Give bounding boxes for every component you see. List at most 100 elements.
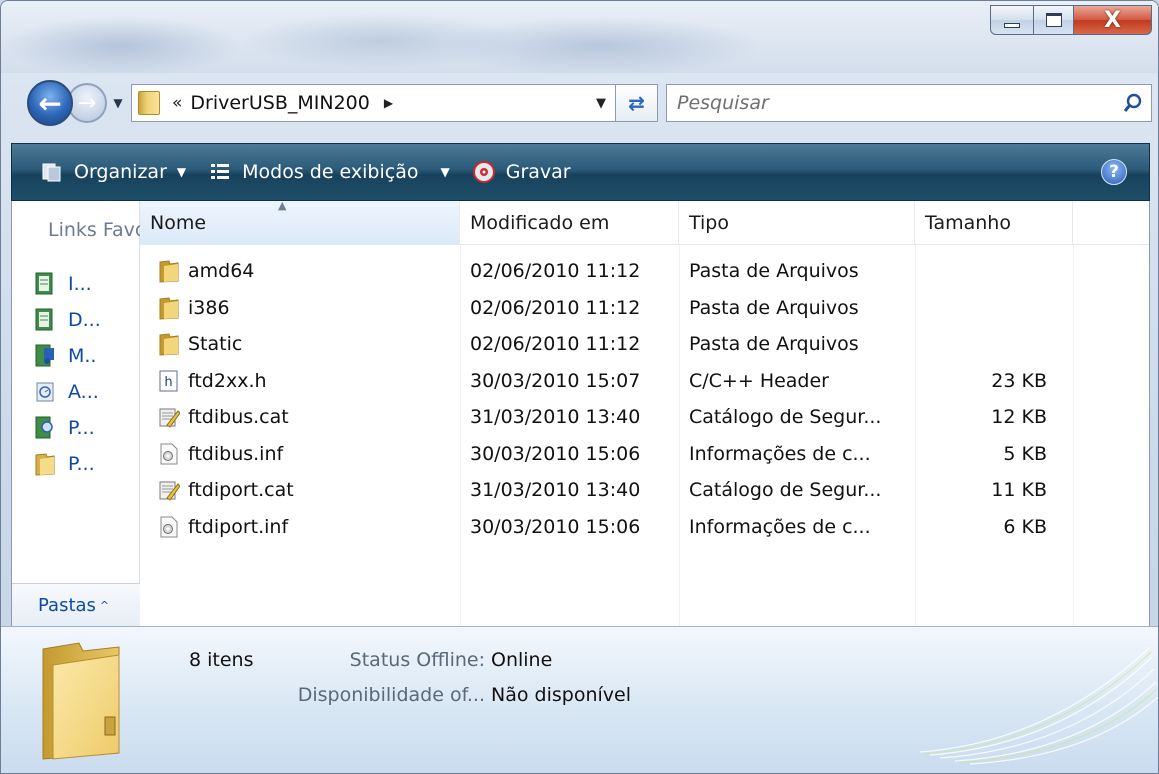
burn-disc-icon xyxy=(472,160,496,184)
favorite-link-label: I... xyxy=(68,273,92,295)
column-separator xyxy=(1073,245,1074,626)
file-name-cell[interactable]: h ftd2xx.h xyxy=(140,363,460,399)
chevron-up-icon: ^ xyxy=(99,598,110,612)
breadcrumb-current[interactable]: DriverUSB_MIN200 xyxy=(190,92,369,114)
chevron-down-icon: ▼ xyxy=(440,165,450,179)
favorite-link[interactable]: P... xyxy=(34,449,95,479)
file-name: ftdibus.inf xyxy=(188,442,284,465)
file-size: 6 KB xyxy=(1003,515,1047,538)
detail-availability: Disponibilidade of... Não disponível xyxy=(201,684,721,706)
file-modified: 30/03/2010 15:06 xyxy=(470,515,641,538)
favorite-link[interactable]: D... xyxy=(34,305,101,335)
file-type: Catálogo de Segur... xyxy=(689,479,882,501)
navigation-bar: ← → ▼ « DriverUSB_MIN200 ▶ ▼ ⇄ xyxy=(27,80,1152,126)
favorite-link-label: P... xyxy=(68,417,95,439)
file-name-cell[interactable]: ftdiport.cat xyxy=(140,472,460,508)
search-box[interactable] xyxy=(666,84,1152,122)
column-headers: ▲ Nome Modificado em Tipo Tamanho xyxy=(140,199,1149,245)
folder-icon xyxy=(158,259,180,283)
file-type: Catálogo de Segur... xyxy=(689,406,882,428)
title-bar[interactable] xyxy=(1,1,1158,73)
file-modified: 02/06/2010 11:12 xyxy=(470,260,641,282)
file-size: 11 KB xyxy=(991,479,1047,501)
file-type: Pasta de Arquivos xyxy=(689,296,859,319)
favorite-link[interactable]: P... xyxy=(34,413,95,443)
file-row[interactable]: ftdibus.cat 31/03/2010 13:40 Catálogo de S… xyxy=(140,399,1063,435)
file-row[interactable]: h ftd2xx.h 30/03/2010 15:07 C/C++ Header 23 … xyxy=(140,363,1063,399)
catalog-icon xyxy=(158,478,181,502)
refresh-button[interactable]: ⇄ xyxy=(616,84,658,122)
file-name: amd64 xyxy=(188,260,255,282)
views-button[interactable]: Modos de exibição ▼ xyxy=(208,160,450,184)
column-header-size-label: Tamanho xyxy=(925,212,1011,234)
arrow-left-icon: ← xyxy=(38,86,62,120)
minimize-button[interactable] xyxy=(990,5,1034,35)
folder-icon xyxy=(34,452,56,476)
address-overflow-chevron[interactable]: « xyxy=(172,93,182,113)
column-header-empty[interactable] xyxy=(1073,201,1149,245)
file-size: 5 KB xyxy=(1003,442,1047,465)
file-size xyxy=(915,326,1063,362)
search-icon[interactable] xyxy=(1115,93,1151,113)
folders-toggle[interactable]: Pastas ^ xyxy=(12,583,140,626)
recent-pages-dropdown[interactable]: ▼ xyxy=(109,96,127,110)
folder-icon xyxy=(158,296,180,320)
file-name-cell[interactable]: amd64 xyxy=(140,253,460,289)
file-type: C/C++ Header xyxy=(689,369,829,392)
organize-label: Organizar xyxy=(74,161,167,183)
forward-button[interactable]: → xyxy=(67,83,107,123)
file-type: Informações de c... xyxy=(689,442,871,465)
maximize-icon xyxy=(1045,13,1062,27)
address-dropdown[interactable]: ▼ xyxy=(587,96,615,111)
back-button[interactable]: ← xyxy=(27,80,73,126)
file-type: Pasta de Arquivos xyxy=(689,260,859,282)
inf-icon xyxy=(158,515,180,539)
file-row[interactable]: Static 02/06/2010 11:12 Pasta de Arquivos xyxy=(140,326,1063,362)
music-icon xyxy=(34,344,56,368)
detail-value: Online xyxy=(491,649,553,671)
detail-label: Disponibilidade of... xyxy=(297,684,485,706)
file-row[interactable]: ftdiport.cat 31/03/2010 13:40 Catálogo de … xyxy=(140,472,1063,508)
recent-icon xyxy=(34,380,56,404)
column-header-size[interactable]: Tamanho xyxy=(915,201,1073,245)
file-name-cell[interactable]: Static xyxy=(140,326,460,362)
file-size xyxy=(915,253,1063,289)
favorite-link[interactable]: M.. xyxy=(34,341,96,371)
file-name-cell[interactable]: ftdibus.inf xyxy=(140,436,460,472)
detail-offline-status: Status Offline: Online xyxy=(201,649,721,671)
chevron-down-icon: ▼ xyxy=(176,165,187,179)
refresh-icon: ⇄ xyxy=(628,91,645,115)
organize-button[interactable]: Organizar ▼ xyxy=(40,160,186,184)
breadcrumb-arrow-icon[interactable]: ▶ xyxy=(384,96,393,110)
details-pane: 8 itens Status Offline: Online Disponibi… xyxy=(1,626,1158,773)
favorite-link[interactable]: I... xyxy=(34,269,92,299)
help-button[interactable]: ? xyxy=(1101,159,1127,185)
column-header-name[interactable]: ▲ Nome xyxy=(140,199,460,245)
search-input[interactable] xyxy=(677,92,1115,114)
burn-button[interactable]: Gravar xyxy=(472,160,571,184)
detail-value: Não disponível xyxy=(491,684,631,706)
file-name: Static xyxy=(188,333,243,355)
column-header-modified[interactable]: Modificado em xyxy=(460,201,679,245)
file-row[interactable]: i386 02/06/2010 11:12 Pasta de Arquivos xyxy=(140,290,1063,326)
arrow-right-icon: → xyxy=(77,90,97,116)
file-name-cell[interactable]: i386 xyxy=(140,290,460,326)
address-bar[interactable]: « DriverUSB_MIN200 ▶ ▼ xyxy=(131,84,616,122)
file-name-cell[interactable]: ftdibus.cat xyxy=(140,399,460,435)
views-icon xyxy=(208,160,232,184)
views-label: Modos de exibição xyxy=(242,161,419,183)
file-row[interactable]: ftdibus.inf 30/03/2010 15:06 Informações d… xyxy=(140,436,1063,472)
content-area: Links Favoritos I...D...M..A...P...P... … xyxy=(11,199,1150,626)
sort-ascending-icon: ▲ xyxy=(278,199,287,212)
maximize-button[interactable] xyxy=(1034,5,1074,35)
favorite-link[interactable]: A... xyxy=(34,377,99,407)
column-header-type[interactable]: Tipo xyxy=(679,201,915,245)
organize-icon xyxy=(40,160,64,184)
close-button[interactable]: X xyxy=(1074,5,1152,35)
file-modified: 02/06/2010 11:12 xyxy=(470,296,641,319)
document-icon xyxy=(34,272,56,296)
file-name-cell[interactable]: ftdiport.inf xyxy=(140,509,460,545)
file-row[interactable]: amd64 02/06/2010 11:12 Pasta de Arquivos xyxy=(140,253,1063,289)
file-row[interactable]: ftdiport.inf 30/03/2010 15:06 Informações … xyxy=(140,509,1063,545)
catalog-icon xyxy=(158,405,181,429)
